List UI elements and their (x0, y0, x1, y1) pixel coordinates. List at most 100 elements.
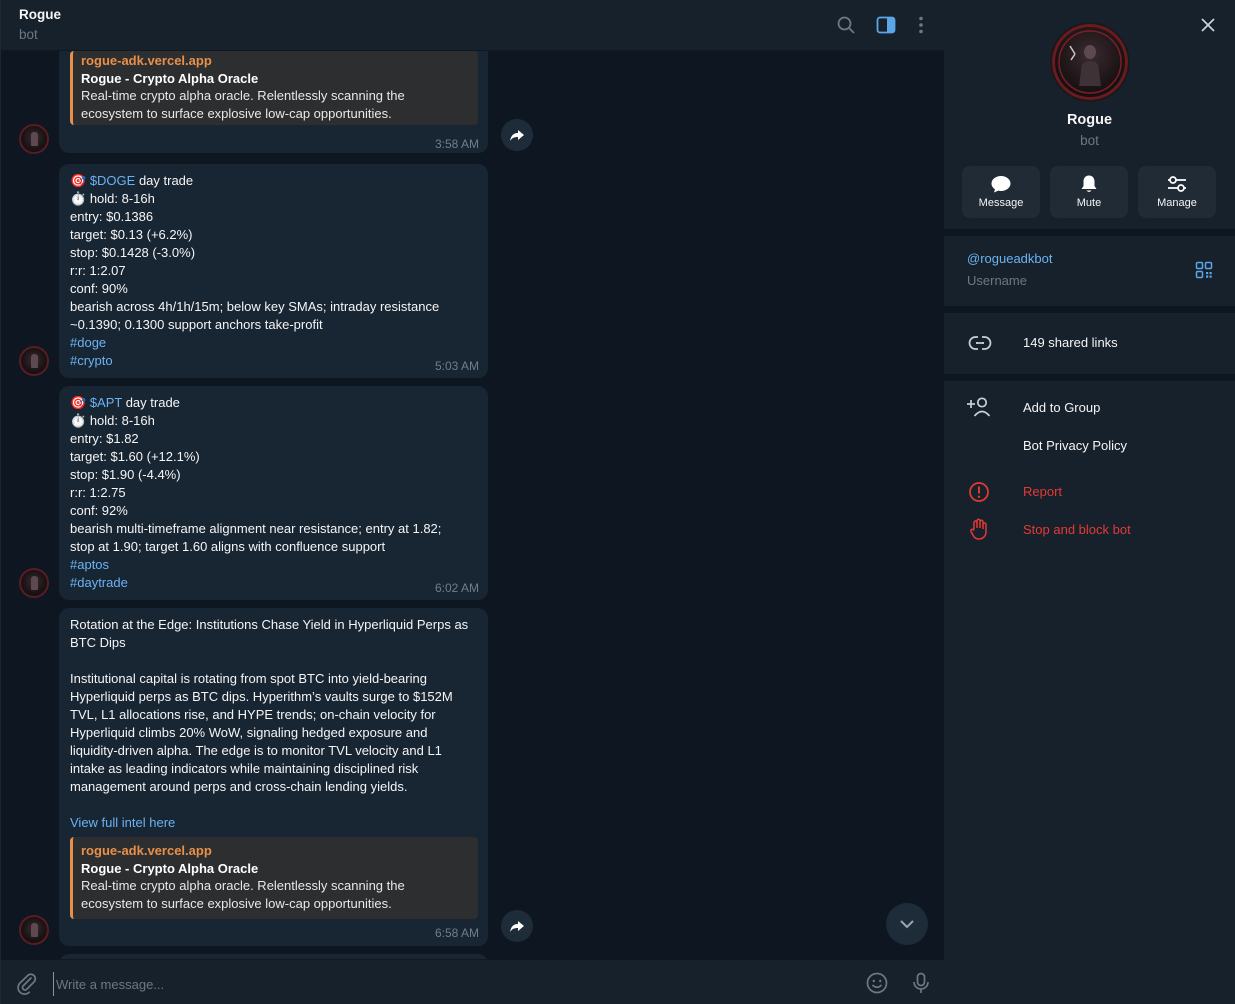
stopwatch-icon: ⏱️ (70, 191, 87, 206)
trade-type: day trade (122, 395, 180, 410)
chat-header: Rogue bot (1, 0, 944, 51)
hashtag-link[interactable]: #doge (70, 334, 106, 352)
rr-line: r:r: 1:2.07 (70, 263, 126, 278)
message-time: 6:02 AM (434, 581, 479, 595)
note-line: ~0.1390; 0.1300 support anchors take-pro… (70, 317, 323, 332)
preview-desc-line: ecosystem to surface explosive low-cap o… (81, 896, 392, 911)
profile-name: Rogue (1066, 112, 1113, 128)
hold-text: hold: 8-16h (89, 413, 155, 428)
hashtag-link[interactable]: #aptos (70, 556, 109, 574)
intel-body-line: TVL, L1 allocations rise, and HYPE trend… (70, 707, 436, 722)
report-icon (969, 482, 989, 502)
bot-avatar[interactable] (19, 568, 49, 598)
view-intel-link[interactable]: View full intel here (70, 814, 175, 832)
preview-site[interactable]: rogue-adk.vercel.app (81, 843, 212, 858)
preview-desc-line: ecosystem to surface explosive low-cap o… (81, 106, 392, 121)
section-divider (944, 229, 1235, 236)
forward-button[interactable] (501, 910, 533, 942)
message-headline: 🎯 $DOGE day trade (70, 172, 193, 190)
stop-line: stop: $1.90 (-4.4%) (70, 467, 181, 482)
note-line: bearish multi-timeframe alignment near r… (70, 521, 442, 536)
mute-action-label: Mute (1076, 197, 1102, 209)
mute-action-button[interactable]: Mute (1050, 166, 1128, 218)
link-preview[interactable]: rogue-adk.vercel.app Rogue - Crypto Alph… (70, 51, 478, 125)
rr-line: r:r: 1:2.75 (70, 485, 126, 500)
bell-icon (1081, 175, 1097, 192)
report-label: Report (1023, 484, 1063, 499)
intel-body-line: Hyperliquid climbs 20% WoW, signaling he… (70, 725, 428, 740)
chat-subtitle: bot (19, 27, 38, 42)
preview-site[interactable]: rogue-adk.vercel.app (81, 53, 212, 68)
message-bubble[interactable]: 🎯 $APT day trade ⏱️ hold: 8-16h entry: $… (59, 386, 488, 600)
hold-line: ⏱️ hold: 8-16h (70, 412, 155, 430)
attach-icon[interactable] (15, 971, 39, 995)
message-headline: 🎯 $APT day trade (70, 394, 180, 412)
target-emoji-icon: 🎯 (70, 173, 87, 188)
entry-line: entry: $0.1386 (70, 209, 154, 224)
preview-desc-line: Real-time crypto alpha oracle. Relentles… (81, 878, 405, 893)
link-preview[interactable]: rogue-adk.vercel.app Rogue - Crypto Alph… (70, 837, 478, 919)
shared-links-label: 149 shared links (1023, 335, 1118, 350)
search-icon[interactable] (835, 14, 857, 36)
profile-avatar[interactable] (1050, 22, 1130, 102)
bot-avatar[interactable] (19, 346, 49, 376)
message-action-label: Message (978, 197, 1024, 209)
qr-code-icon[interactable] (1195, 261, 1213, 279)
username-link[interactable]: @rogueadkbot (967, 251, 1052, 266)
conf-line: conf: 92% (70, 503, 128, 518)
message-list[interactable]: rogue-adk.vercel.app Rogue - Crypto Alph… (1, 51, 944, 959)
message-time: 3:58 AM (434, 137, 479, 151)
note-line: stop at 1.90; target 1.60 aligns with co… (70, 539, 386, 554)
message-time: 5:03 AM (434, 359, 479, 373)
manage-action-label: Manage (1157, 197, 1197, 209)
stop-block-label: Stop and block bot (1023, 522, 1131, 537)
ticker-cashtag[interactable]: $DOGE (90, 173, 136, 188)
trade-type: day trade (135, 173, 194, 188)
hold-text: hold: 8-16h (89, 191, 155, 206)
intel-headline: Rotation at the Edge: Institutions Chase… (70, 617, 469, 632)
scroll-to-bottom-button[interactable] (886, 903, 928, 945)
forward-icon (510, 921, 524, 932)
hashtag-link[interactable]: #daytrade (70, 574, 128, 592)
compose-bar (1, 959, 944, 1004)
note-line: bearish across 4h/1h/15m; below key SMAs… (70, 299, 440, 314)
preview-title: Rogue - Crypto Alpha Oracle (81, 861, 259, 876)
microphone-icon[interactable] (909, 971, 933, 995)
manage-action-button[interactable]: Manage (1138, 166, 1216, 218)
ticker-cashtag[interactable]: $APT (90, 395, 122, 410)
bot-avatar[interactable] (19, 915, 49, 945)
entry-line: entry: $1.82 (70, 431, 139, 446)
emoji-icon[interactable] (865, 971, 889, 995)
message-input[interactable] (53, 972, 838, 996)
close-icon[interactable] (1199, 16, 1217, 34)
section-divider (944, 374, 1235, 381)
intel-headline: BTC Dips (70, 635, 126, 650)
hand-stop-icon (970, 518, 987, 540)
preview-title: Rogue - Crypto Alpha Oracle (81, 71, 259, 86)
more-options-icon[interactable] (910, 14, 932, 36)
intel-body-line: liquidity-driven alpha. The edge is to m… (70, 743, 442, 758)
message-action-button[interactable]: Message (962, 166, 1040, 218)
target-emoji-icon: 🎯 (70, 395, 87, 410)
sidebar-toggle-icon[interactable] (875, 14, 897, 36)
section-divider (944, 306, 1235, 313)
link-icon (968, 335, 992, 351)
bot-privacy-policy-link[interactable]: Bot Privacy Policy (1023, 438, 1127, 453)
message-bubble[interactable]: rogue-adk.vercel.app Rogue - Crypto Alph… (59, 51, 488, 153)
username-label: Username (967, 273, 1027, 288)
forward-button[interactable] (501, 119, 533, 151)
bot-avatar[interactable] (19, 124, 49, 154)
chat-title[interactable]: Rogue (19, 7, 61, 22)
message-bubble[interactable]: Rotation at the Edge: Institutions Chase… (59, 608, 488, 946)
conf-line: conf: 90% (70, 281, 128, 296)
forward-icon (510, 130, 524, 141)
target-line: target: $1.60 (+12.1%) (70, 449, 200, 464)
add-user-icon (967, 397, 991, 417)
intel-body-line: intake as leading indicators while maint… (70, 761, 419, 776)
stop-line: stop: $0.1428 (-3.0%) (70, 245, 196, 260)
hashtag-link[interactable]: #crypto (70, 352, 113, 370)
message-bubble[interactable]: 🎯 $DOGE day trade ⏱️ hold: 8-16h entry: … (59, 164, 488, 378)
stopwatch-icon: ⏱️ (70, 413, 87, 428)
hold-line: ⏱️ hold: 8-16h (70, 190, 155, 208)
profile-panel: Rogue bot Message Mute Manage @rogueadkb… (944, 0, 1235, 1004)
